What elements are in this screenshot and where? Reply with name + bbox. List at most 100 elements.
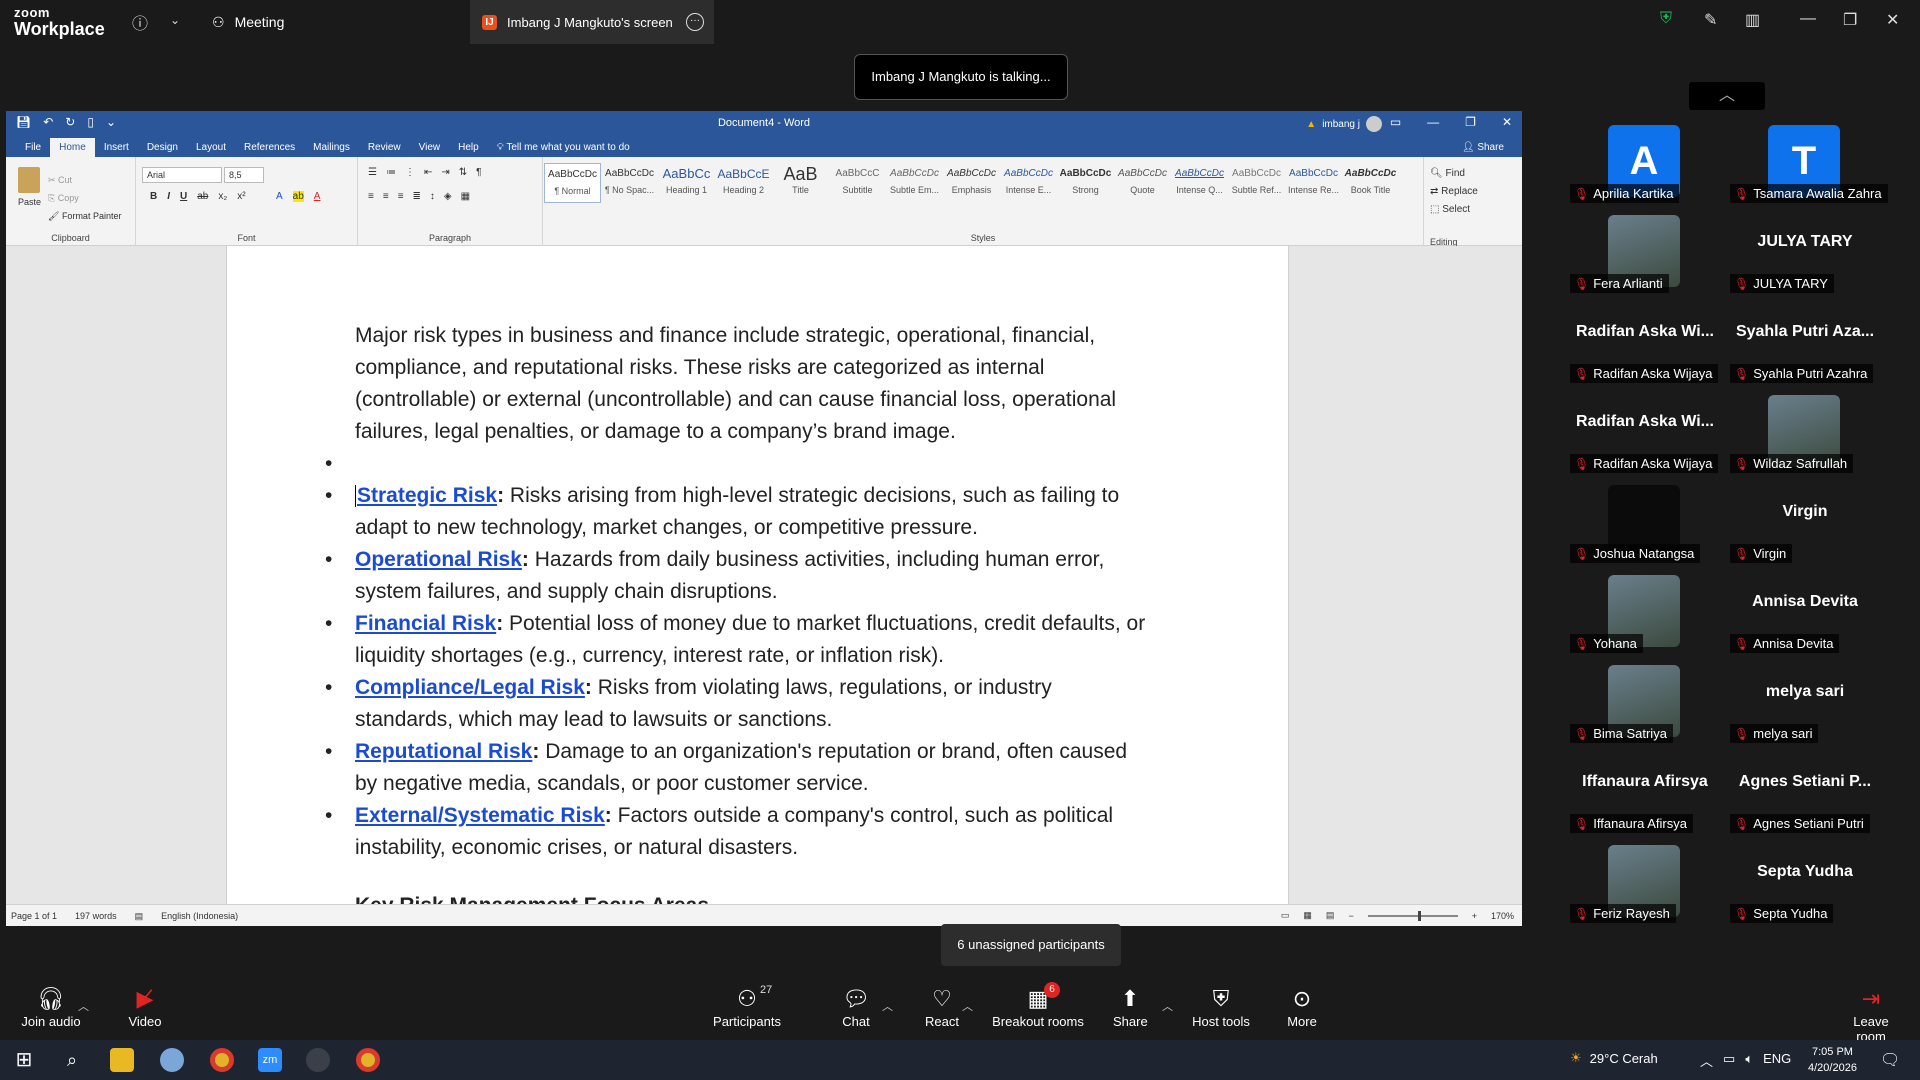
superscript-icon[interactable]: x² — [237, 191, 245, 202]
chat-options-caret[interactable]: ︿ — [882, 998, 893, 1014]
close-icon[interactable]: ✕ — [1886, 10, 1899, 30]
section-heading[interactable]: Key Risk Management Focus Areas — [355, 894, 709, 904]
shading-icon[interactable]: ◈ — [444, 191, 452, 202]
share-button[interactable]: 👤︎ Share — [1444, 138, 1522, 157]
cut-button[interactable]: ✂ Cut — [48, 171, 121, 189]
strikethrough-icon[interactable]: ab — [197, 191, 208, 202]
text-effects-icon[interactable]: A — [276, 191, 283, 202]
style-heading-2[interactable]: AaBbCcE Heading 2 — [715, 163, 772, 203]
document-area[interactable]: Major risk types in business and finance… — [6, 246, 1522, 904]
more-options-icon[interactable]: ··· — [686, 13, 704, 31]
participant-tile[interactable]: 🎙︎ Yohana — [1570, 563, 1720, 653]
style-strong[interactable]: AaBbCcDc Strong — [1057, 163, 1114, 203]
read-mode-icon[interactable]: ▭ — [1281, 910, 1290, 921]
tab-file[interactable]: File — [16, 138, 50, 157]
list-item[interactable]: Operational Risk: Hazards from daily bus… — [325, 544, 1155, 608]
tell-me-search[interactable]: 💡︎ Tell me what you want to do — [488, 138, 639, 157]
list-item[interactable]: Strategic Risk: Risks arising from high-… — [325, 480, 1155, 544]
zoom-in-icon[interactable]: + — [1472, 911, 1477, 921]
style-intense-reference[interactable]: AaBbCcDc Intense Re... — [1285, 163, 1342, 203]
align-right-icon[interactable]: ≡ — [398, 191, 404, 202]
borders-icon[interactable]: ▦ — [461, 191, 470, 202]
style-intense-emphasis[interactable]: AaBbCcDc Intense E... — [1000, 163, 1057, 203]
italic-icon[interactable]: I — [167, 191, 170, 202]
style-book-title[interactable]: AaBbCcDc Book Title — [1342, 163, 1399, 203]
highlight-icon[interactable]: ab — [292, 191, 304, 202]
sort-icon[interactable]: ⇅ — [459, 167, 467, 178]
tab-references[interactable]: References — [235, 138, 304, 157]
notifications-icon[interactable]: 🗨︎ — [1880, 1050, 1900, 1070]
decrease-indent-icon[interactable]: ⇤ — [424, 167, 432, 178]
tab-design[interactable]: Design — [138, 138, 187, 157]
participant-tile[interactable]: 🎙︎ Fera Arlianti — [1570, 203, 1720, 293]
tab-shared-screen[interactable]: IJ Imbang J Mangkuto's screen ··· — [470, 0, 714, 44]
participant-tile[interactable]: Iffanaura Afirsya 🎙︎ Iffanaura Afirsya — [1570, 743, 1720, 833]
tab-view[interactable]: View — [410, 138, 450, 157]
snipping-tool-icon[interactable] — [160, 1048, 184, 1072]
participant-tile[interactable]: 🎙︎ Joshua Natangsa — [1570, 473, 1720, 563]
participant-tile[interactable]: Septa Yudha 🎙︎ Septa Yudha — [1730, 833, 1880, 923]
search-icon[interactable]: ⌕ — [60, 1048, 84, 1072]
web-layout-icon[interactable]: ▤ — [1326, 910, 1335, 921]
annotate-pen-icon[interactable]: ✎ — [1704, 10, 1717, 30]
react-button[interactable]: ♡ React — [922, 984, 962, 1029]
list-item[interactable]: External/Systematic Risk: Factors outsid… — [325, 800, 1155, 864]
restore-icon[interactable]: ❐ — [1843, 10, 1857, 30]
tab-meeting[interactable]: ⚇ Meeting — [212, 0, 284, 44]
weather-widget[interactable]: ☀ 29°C Cerah — [1570, 1050, 1658, 1066]
participant-tile[interactable]: 🎙︎ Feriz Rayesh — [1570, 833, 1720, 923]
style-title[interactable]: AaB Title — [772, 163, 829, 203]
list-item-empty[interactable] — [325, 448, 1155, 480]
font-color-icon[interactable]: A — [314, 191, 321, 202]
tab-help[interactable]: Help — [449, 138, 488, 157]
increase-indent-icon[interactable]: ⇥ — [441, 167, 449, 178]
style-subtitle[interactable]: AaBbCcC Subtitle — [829, 163, 886, 203]
chevron-down-icon[interactable]: ⌄ — [170, 13, 180, 27]
volume-icon[interactable]: 🔈︎ — [1745, 1051, 1753, 1070]
style-heading-1[interactable]: AaBbCc Heading 1 — [658, 163, 715, 203]
document-body[interactable]: Major risk types in business and finance… — [325, 320, 1155, 864]
participant-tile[interactable]: Syahla Putri Aza... 🎙︎ Syahla Putri Azahra — [1730, 293, 1880, 383]
subscript-icon[interactable]: x₂ — [218, 191, 227, 202]
info-icon[interactable]: ⓘ — [132, 10, 148, 34]
multilevel-list-icon[interactable]: ⋮ — [405, 167, 415, 178]
language[interactable]: English (Indonesia) — [161, 911, 238, 922]
view-layout-icon[interactable]: ▥ — [1745, 10, 1760, 30]
zoom-level[interactable]: 170% — [1491, 911, 1514, 921]
zoom-out-icon[interactable]: − — [1348, 911, 1353, 921]
participant-tile[interactable]: Radifan Aska Wi... 🎙︎ Radifan Aska Wijaya — [1570, 383, 1720, 473]
align-left-icon[interactable]: ≡ — [368, 191, 374, 202]
participant-tile[interactable]: Agnes Setiani P... 🎙︎ Agnes Setiani Putri — [1730, 743, 1880, 833]
bullets-icon[interactable]: ☰ — [368, 167, 377, 178]
numbering-icon[interactable]: ≔ — [386, 167, 396, 178]
chrome-icon-2[interactable] — [356, 1048, 380, 1072]
join-audio-button[interactable]: 🎧︎ Join audio — [20, 984, 82, 1029]
windows-start-icon[interactable]: ⊞ — [12, 1048, 36, 1072]
tab-home[interactable]: Home — [50, 138, 95, 157]
tab-insert[interactable]: Insert — [95, 138, 138, 157]
chat-button[interactable]: 💬︎ Chat — [838, 984, 874, 1029]
zoom-app-icon[interactable]: zm — [258, 1048, 282, 1072]
participant-tile[interactable]: Annisa Devita 🎙︎ Annisa Devita — [1730, 563, 1880, 653]
select-button[interactable]: ⬚ Select — [1430, 201, 1478, 219]
list-item[interactable]: Reputational Risk: Damage to an organiza… — [325, 736, 1155, 800]
chrome-icon[interactable] — [210, 1048, 234, 1072]
host-tools-button[interactable]: ⛨ Host tools — [1190, 984, 1252, 1029]
participant-tile[interactable]: 🎙︎ Bima Satriya — [1570, 653, 1720, 743]
word-restore-icon[interactable]: ❐ — [1465, 115, 1476, 129]
style-no-spacing[interactable]: AaBbCcDc ¶ No Spac... — [601, 163, 658, 203]
tray-chevron-icon[interactable]: ︿ — [1700, 1051, 1713, 1070]
share-options-caret[interactable]: ︿ — [1162, 998, 1173, 1014]
paste-icon[interactable] — [18, 167, 40, 193]
participant-tile[interactable]: melya sari 🎙︎ melya sari — [1730, 653, 1880, 743]
style-subtle-reference[interactable]: AaBbCcDc Subtle Ref... — [1228, 163, 1285, 203]
zoom-slider[interactable] — [1367, 910, 1458, 921]
line-spacing-icon[interactable]: ↕ — [430, 191, 435, 202]
leave-room-button[interactable]: ⇥ Leave room — [1838, 984, 1904, 1044]
audio-options-caret[interactable]: ︿ — [78, 998, 89, 1014]
gallery-scroll-up-button[interactable]: ︿ — [1689, 82, 1765, 110]
style-subtle-emphasis[interactable]: AaBbCcDc Subtle Em... — [886, 163, 943, 203]
tab-mailings[interactable]: Mailings — [304, 138, 359, 157]
network-icon[interactable]: ▭ — [1723, 1051, 1735, 1070]
find-button[interactable]: 🔍︎ Find — [1430, 165, 1478, 183]
